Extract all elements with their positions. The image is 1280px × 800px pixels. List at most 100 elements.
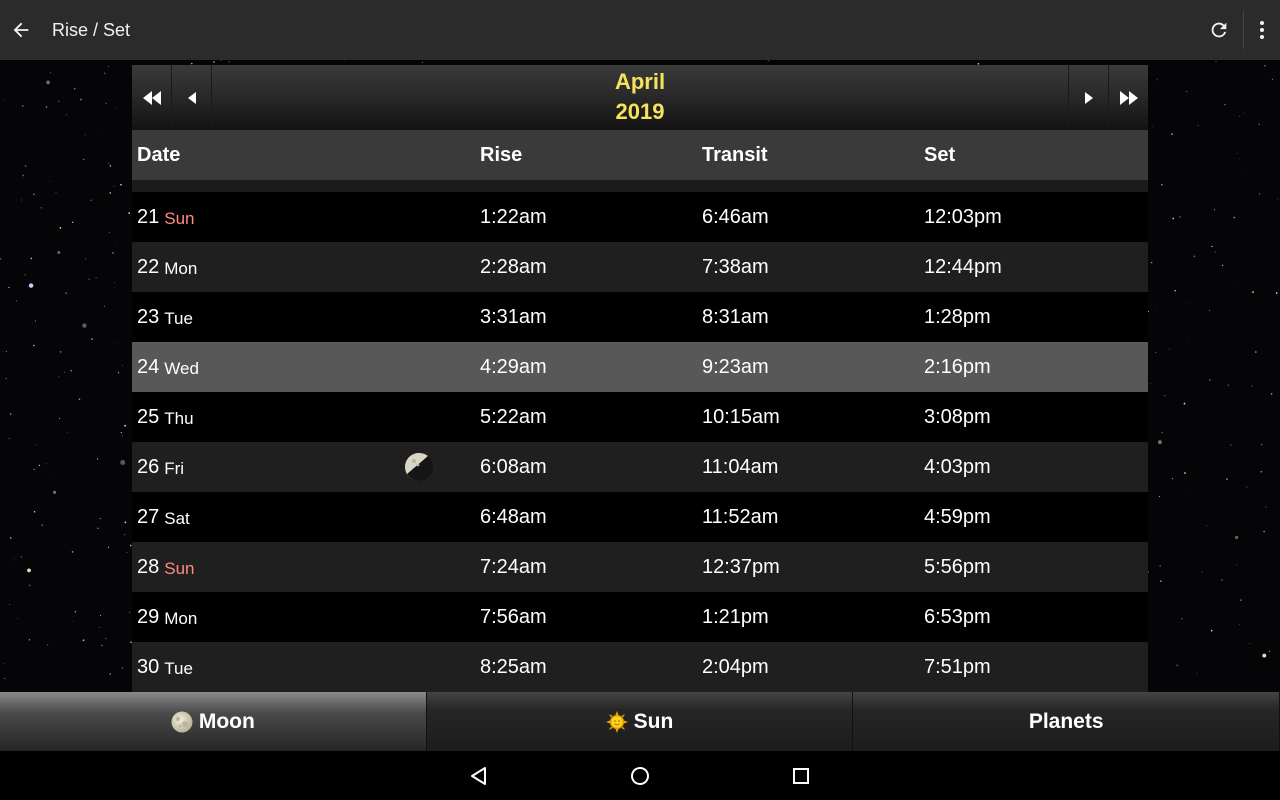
day-number: 21 (137, 205, 160, 228)
tab-moon[interactable]: Moon (0, 692, 427, 751)
rise-time: 2:28am (480, 255, 547, 278)
transit-time: 2:04pm (702, 655, 769, 678)
transit-time: 9:23am (702, 355, 769, 378)
set-time: 6:53pm (924, 605, 991, 628)
day-of-week: Mon (164, 609, 198, 628)
next-month-button[interactable] (1068, 65, 1108, 130)
table-row[interactable]: 30 Tue 8:25am 2:04pm 7:51pm (132, 642, 1148, 692)
rise-time: 5:22am (480, 405, 547, 428)
set-time: 12:44pm (924, 255, 1002, 278)
table-row[interactable]: 21 Sun 1:22am 6:46am 12:03pm (132, 192, 1148, 242)
day-of-week: Tue (164, 309, 193, 328)
page-title: Rise / Set (52, 19, 131, 40)
day-of-week: Sun (164, 559, 195, 578)
header-set: Set (924, 143, 956, 166)
table-row[interactable]: 26 Fri 6:08am 11:04am 4:03pm (132, 442, 1148, 492)
month-year-label: April 2019 (212, 65, 1068, 130)
date-cell: 29 Mon (132, 592, 476, 642)
date-cell: 25 Thu (132, 392, 476, 442)
sun-icon (605, 710, 628, 733)
day-number: 22 (137, 255, 160, 278)
header-date: Date (137, 143, 181, 166)
day-number: 25 (137, 405, 160, 428)
day-of-week: Mon (164, 259, 198, 278)
set-time: 2:16pm (924, 355, 991, 378)
transit-time: 10:15am (702, 405, 780, 428)
rise-time: 3:31am (480, 305, 547, 328)
tab-sun[interactable]: Sun (426, 692, 854, 751)
nav-back-triangle-icon (471, 766, 486, 785)
refresh-icon (1211, 22, 1227, 38)
table-body[interactable]: 21 Sun 1:22am 6:46am 12:03pm 22 Mon 2:28am 7:38a… (132, 192, 1148, 692)
table-row[interactable]: 23 Tue 3:31am 8:31am 1:28pm (132, 292, 1148, 342)
day-of-week: Sun (164, 209, 195, 228)
moon-icon (171, 711, 193, 732)
table-row[interactable]: 28 Sun 7:24am 12:37pm 5:56pm (132, 542, 1148, 592)
day-of-week: Tue (164, 659, 193, 678)
tab-planets-label: Planets (1028, 709, 1104, 733)
refresh-button[interactable] (1199, 10, 1239, 50)
day-number: 24 (137, 355, 160, 378)
left-arrow-icon (187, 91, 196, 104)
table-row[interactable]: 22 Mon 2:28am 7:38am 12:44pm (132, 242, 1148, 292)
date-cell: 23 Tue (132, 292, 476, 342)
rise-time: 7:56am (480, 605, 547, 628)
table-spacer (132, 180, 1148, 192)
table-row[interactable]: 29 Mon 7:56am 1:21pm 6:53pm (132, 592, 1148, 642)
tab-sun-label: Sun (633, 709, 674, 733)
rise-set-panel: April 2019 Date Rise Transit Set 21 Sun 1:… (132, 65, 1148, 692)
set-time: 3:08pm (924, 405, 991, 428)
last-quarter-moon-icon (405, 452, 434, 481)
set-time: 5:56pm (924, 555, 991, 578)
double-right-arrow-icon (1119, 90, 1138, 105)
day-of-week: Sat (164, 509, 190, 528)
back-button[interactable] (1, 10, 41, 50)
transit-time: 1:21pm (702, 605, 769, 628)
transit-time: 8:31am (702, 305, 769, 328)
system-recents-button[interactable] (771, 751, 831, 800)
day-of-week: Thu (164, 409, 194, 428)
date-cell: 21 Sun (132, 192, 476, 242)
transit-time: 11:52am (702, 505, 779, 528)
prev-month-button[interactable] (172, 65, 212, 130)
next-year-button[interactable] (1108, 65, 1148, 130)
month-navigator: April 2019 (132, 65, 1148, 130)
tab-planets[interactable]: Planets (853, 692, 1280, 751)
system-navigation-bar (0, 751, 1280, 800)
rise-time: 1:22am (480, 205, 547, 228)
header-transit: Transit (702, 143, 768, 166)
day-of-week: Fri (164, 459, 185, 478)
year-label: 2019 (615, 99, 665, 124)
more-vertical-icon (1260, 21, 1264, 39)
prev-year-button[interactable] (132, 65, 172, 130)
transit-time: 11:04am (702, 455, 779, 478)
double-left-arrow-icon (142, 90, 161, 105)
transit-time: 6:46am (702, 205, 769, 228)
set-time: 4:03pm (924, 455, 991, 478)
header-rise: Rise (480, 143, 523, 166)
day-number: 23 (137, 305, 160, 328)
day-number: 29 (137, 605, 160, 628)
date-cell: 28 Sun (132, 542, 476, 592)
day-number: 30 (137, 655, 160, 678)
day-of-week: Wed (164, 359, 199, 378)
date-cell: 26 Fri (132, 442, 476, 492)
table-header: Date Rise Transit Set (132, 130, 1148, 180)
set-time: 4:59pm (924, 505, 991, 528)
rise-time: 8:25am (480, 655, 547, 678)
set-time: 7:51pm (924, 655, 991, 678)
bottom-tab-bar: Moon Sun Planets (0, 692, 1280, 751)
nav-home-circle-icon (631, 766, 649, 785)
table-row[interactable]: 25 Thu 5:22am 10:15am 3:08pm (132, 392, 1148, 442)
system-back-button[interactable] (449, 751, 509, 800)
overflow-menu-button[interactable] (1244, 10, 1280, 50)
month-label: April (614, 69, 666, 94)
transit-time: 12:37pm (702, 555, 780, 578)
right-arrow-icon (1084, 91, 1093, 104)
rise-time: 4:29am (480, 355, 547, 378)
table-row[interactable]: 27 Sat 6:48am 11:52am 4:59pm (132, 492, 1148, 542)
rise-time: 7:24am (480, 555, 547, 578)
system-home-button[interactable] (610, 751, 670, 800)
table-row[interactable]: 24 Wed 4:29am 9:23am 2:16pm (132, 342, 1148, 392)
set-time: 12:03pm (924, 205, 1002, 228)
